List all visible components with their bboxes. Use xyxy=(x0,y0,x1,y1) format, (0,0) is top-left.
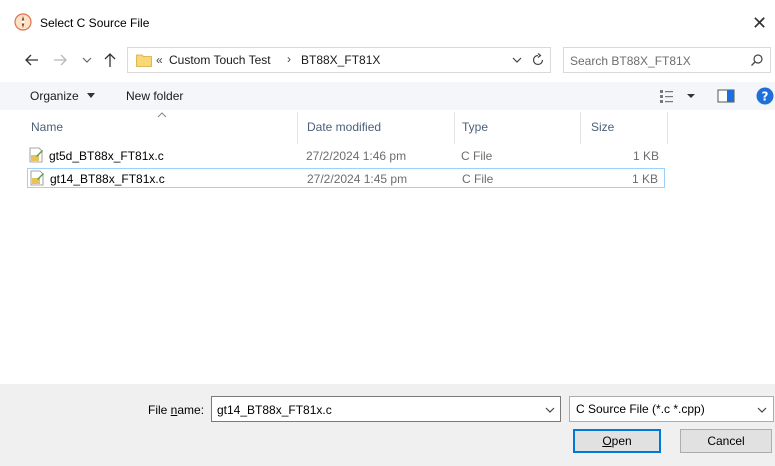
column-header-date[interactable]: Date modified xyxy=(307,120,381,134)
command-toolbar: Organize New folder ? xyxy=(0,82,775,110)
file-list[interactable]: Name Date modified Type Size gt5d_BT88x_… xyxy=(0,112,775,384)
app-logo-icon xyxy=(14,13,32,31)
table-row[interactable]: gt5d_BT88x_FT81x.c 27/2/2024 1:46 pm C F… xyxy=(27,146,665,166)
chevron-down-icon[interactable] xyxy=(80,51,94,69)
caret-down-icon[interactable] xyxy=(87,93,95,98)
breadcrumb-overflow[interactable]: « xyxy=(156,53,163,67)
folder-icon xyxy=(136,54,152,67)
file-name-input[interactable] xyxy=(217,402,527,418)
organize-button[interactable]: Organize xyxy=(30,89,79,103)
file-size: 1 KB xyxy=(631,172,658,186)
file-date: 27/2/2024 1:46 pm xyxy=(306,149,407,163)
address-bar[interactable]: « Custom Touch Test › BT88X_FT81X xyxy=(127,47,551,73)
close-icon: ✕ xyxy=(752,13,768,33)
search-input[interactable] xyxy=(570,53,740,69)
cancel-button[interactable]: Cancel xyxy=(680,429,772,453)
file-type: C File xyxy=(462,172,494,186)
arrow-right-icon[interactable] xyxy=(50,50,70,70)
file-name-label: File name: xyxy=(148,403,205,417)
column-header-type[interactable]: Type xyxy=(462,120,488,134)
open-button[interactable]: Open xyxy=(573,429,661,453)
window-title: Select C Source File xyxy=(40,16,150,30)
search-icon[interactable] xyxy=(750,53,764,67)
sort-ascending-icon xyxy=(157,112,167,118)
column-divider[interactable] xyxy=(454,112,455,144)
file-type-filter-value: C Source File (*.c *.cpp) xyxy=(576,402,705,416)
breadcrumb-separator[interactable]: › xyxy=(287,52,291,66)
column-header-name[interactable]: Name xyxy=(31,120,63,134)
new-folder-button[interactable]: New folder xyxy=(126,89,183,103)
c-file-icon xyxy=(29,147,43,163)
preview-pane-icon[interactable] xyxy=(716,88,738,104)
table-row-selected[interactable]: gt14_BT88x_FT81x.c 27/2/2024 1:45 pm C F… xyxy=(27,168,665,188)
search-box[interactable] xyxy=(563,47,771,73)
chevron-down-icon[interactable] xyxy=(510,53,524,67)
file-name-combobox[interactable] xyxy=(211,396,561,422)
breadcrumb-item-current[interactable]: BT88X_FT81X xyxy=(301,53,380,67)
c-file-icon xyxy=(30,170,44,186)
chevron-down-icon[interactable] xyxy=(544,404,556,416)
column-header-size[interactable]: Size xyxy=(591,120,614,134)
help-icon[interactable]: ? xyxy=(756,87,774,105)
file-name: gt5d_BT88x_FT81x.c xyxy=(49,149,164,163)
close-button[interactable]: ✕ xyxy=(752,10,775,36)
column-divider[interactable] xyxy=(667,112,668,144)
arrow-left-icon[interactable] xyxy=(22,50,42,70)
breadcrumb-item[interactable]: Custom Touch Test xyxy=(169,53,271,67)
file-name: gt14_BT88x_FT81x.c xyxy=(50,172,165,186)
chevron-down-icon[interactable] xyxy=(756,404,768,416)
refresh-icon[interactable] xyxy=(530,52,546,68)
bottom-panel: File name: C Source File (*.c *.cpp) Ope… xyxy=(0,384,775,466)
svg-text:?: ? xyxy=(762,90,769,104)
file-type: C File xyxy=(461,149,493,163)
file-size: 1 KB xyxy=(632,149,659,163)
title-bar: Select C Source File ✕ xyxy=(0,0,775,40)
column-divider[interactable] xyxy=(580,112,581,144)
column-divider[interactable] xyxy=(297,112,298,144)
arrow-up-icon[interactable] xyxy=(100,50,120,70)
file-date: 27/2/2024 1:45 pm xyxy=(307,172,408,186)
file-type-filter-select[interactable]: C Source File (*.c *.cpp) xyxy=(569,396,774,422)
view-options-icon[interactable] xyxy=(659,88,699,104)
